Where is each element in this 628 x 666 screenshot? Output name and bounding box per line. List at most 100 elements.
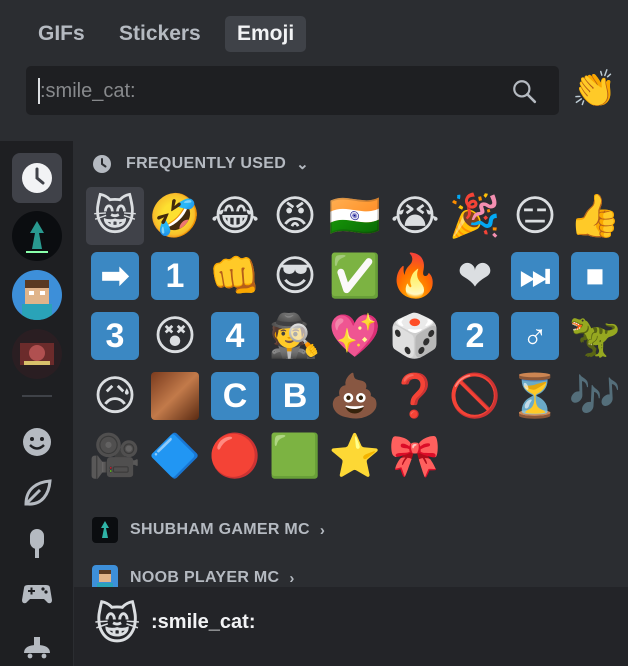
emoji-button[interactable]: ❓	[386, 367, 444, 425]
emoji-button[interactable]: 3	[86, 307, 144, 365]
chevron-right-icon: ›	[289, 569, 295, 587]
emoji-button[interactable]: 🦖	[566, 307, 624, 365]
emoji-button[interactable]: 👊	[206, 247, 264, 305]
category-sidebar	[0, 141, 73, 666]
emoji-button[interactable]: ➡	[86, 247, 144, 305]
emoji-button[interactable]: 👍	[566, 187, 624, 245]
section-title: FREQUENTLY USED	[126, 155, 287, 172]
emoji-glyph: 💖	[328, 311, 382, 360]
noob-player-mc-server-icon[interactable]	[12, 270, 62, 320]
emoji-button[interactable]: 🎲	[386, 307, 444, 365]
sidebar-divider	[22, 395, 52, 397]
emoji-glyph: 🔷	[148, 431, 202, 480]
emoji-glyph: 😑	[513, 191, 557, 240]
emoji-glyph: ⭐	[328, 431, 382, 480]
emoji-button[interactable]: 🔥	[386, 247, 444, 305]
emoji-glyph: 👊	[208, 251, 262, 300]
emoji-button[interactable]: ✅	[326, 247, 384, 305]
emoji-button[interactable]: ♂	[506, 307, 564, 365]
emoji-button[interactable]: 2	[446, 307, 504, 365]
emoji-button[interactable]: 1	[146, 247, 204, 305]
emoji-button[interactable]: 😵	[146, 307, 204, 365]
tab-bar: GIFs Stickers Emoji	[0, 0, 628, 60]
emoji-glyph: 🎲	[388, 311, 442, 360]
skin-tone-picker-button[interactable]: 👏	[572, 70, 617, 110]
emoji-button[interactable]: 🟩	[266, 427, 324, 485]
emoji-glyph: 🇮🇳	[328, 191, 382, 240]
emoji-button[interactable]: 🔷	[146, 427, 204, 485]
section-header-frequently-used[interactable]: FREQUENTLY USED ⌄	[92, 151, 309, 177]
emoji-glyph: 😂	[210, 191, 260, 240]
emoji-list: FREQUENTLY USED ⌄ 😸 🤣 😂 😡 🇮🇳 😭 🎉 😑 👍 ➡ 1 👊 😎 ✅ 🔥 ❤ ⏭ ⏹ 3 😵 4…	[74, 141, 628, 587]
travel-category-icon[interactable]	[20, 627, 54, 661]
popsicle-category-icon[interactable]	[20, 526, 54, 560]
emoji-button[interactable]: 😭	[386, 187, 444, 245]
emoji-button[interactable]	[146, 367, 204, 425]
emoji-button[interactable]: B	[266, 367, 324, 425]
smiley-category-icon[interactable]	[20, 425, 54, 459]
emoji-glyph: 😭	[390, 191, 440, 240]
emoji-button[interactable]: 🎥	[86, 427, 144, 485]
emoji-preview-footer: 😸 :smile_cat:	[74, 587, 628, 666]
keycap-emoji: 1	[151, 252, 199, 300]
emoji-glyph: 🚫	[448, 371, 502, 420]
emoji-button[interactable]: 🇮🇳	[326, 187, 384, 245]
section-header-noob-player-mc[interactable]: NOOB PLAYER MC ›	[92, 565, 295, 587]
emoji-button[interactable]: ⏳	[506, 367, 564, 425]
keycap-emoji: ⏹	[571, 252, 619, 300]
emoji-button[interactable]: 🎉	[446, 187, 504, 245]
emoji-button[interactable]: 😡	[266, 187, 324, 245]
emoji-button[interactable]: C	[206, 367, 264, 425]
emoji-glyph: 👍	[568, 191, 622, 240]
emoji-button[interactable]: 😑	[506, 187, 564, 245]
emoji-button[interactable]: ❤	[446, 247, 504, 305]
emoji-glyph: 🎀	[388, 431, 442, 480]
keycap-emoji: 2	[451, 312, 499, 360]
server-avatar-icon	[12, 329, 62, 379]
section-header-shubham-gamer-mc[interactable]: SHUBHAM GAMER MC ›	[92, 517, 325, 543]
leaf-category-icon[interactable]	[20, 476, 54, 510]
emoji-button[interactable]: 🕵	[266, 307, 324, 365]
emoji-button[interactable]: 😥	[86, 367, 144, 425]
emoji-button[interactable]: 😸	[86, 187, 144, 245]
emoji-glyph: 😸	[93, 191, 137, 240]
keycap-emoji: ⏭	[511, 252, 559, 300]
emoji-button[interactable]: ⭐	[326, 427, 384, 485]
emoji-button[interactable]: 🎶	[566, 367, 624, 425]
emoji-button[interactable]: 🚫	[446, 367, 504, 425]
emoji-button[interactable]: ⏹	[566, 247, 624, 305]
search-input[interactable]	[38, 66, 502, 117]
emoji-glyph: 😎	[273, 251, 317, 300]
tab-stickers[interactable]: Stickers	[107, 16, 213, 52]
emoji-button[interactable]: 😎	[266, 247, 324, 305]
preview-emoji: 😸	[94, 599, 140, 650]
emoji-glyph: 🕵	[268, 311, 322, 360]
emoji-button[interactable]: 🤣	[146, 187, 204, 245]
tab-gifs[interactable]: GIFs	[26, 16, 97, 52]
shubham-gamer-mc-server-icon[interactable]	[12, 211, 62, 261]
emoji-button[interactable]: 😂	[206, 187, 264, 245]
emoji-button[interactable]: 💖	[326, 307, 384, 365]
emoji-glyph: 🔴	[208, 431, 262, 480]
emoji-button[interactable]: 4	[206, 307, 264, 365]
emoji-button[interactable]: 🎀	[386, 427, 444, 485]
recent-icon[interactable]	[12, 153, 62, 203]
third-server-icon[interactable]	[12, 329, 62, 379]
gamepad-category-icon[interactable]	[20, 576, 54, 610]
emoji-glyph: ⏳	[508, 371, 562, 420]
chevron-right-icon: ›	[319, 521, 326, 539]
tab-emoji[interactable]: Emoji	[225, 16, 307, 52]
emoji-glyph: 😵	[153, 311, 197, 360]
keycap-emoji: 3	[91, 312, 139, 360]
emoji-glyph: ❤	[457, 251, 493, 300]
search-icon[interactable]	[511, 78, 537, 104]
section-title: SHUBHAM GAMER MC	[130, 521, 310, 538]
emoji-button[interactable]: ⏭	[506, 247, 564, 305]
emoji-glyph: 🎥	[88, 431, 142, 480]
keycap-emoji: B	[271, 372, 319, 420]
emoji-glyph: 😥	[93, 371, 137, 420]
clock-icon	[93, 155, 111, 173]
emoji-glyph: 💩	[328, 371, 382, 420]
emoji-button[interactable]: 💩	[326, 367, 384, 425]
emoji-button[interactable]: 🔴	[206, 427, 264, 485]
